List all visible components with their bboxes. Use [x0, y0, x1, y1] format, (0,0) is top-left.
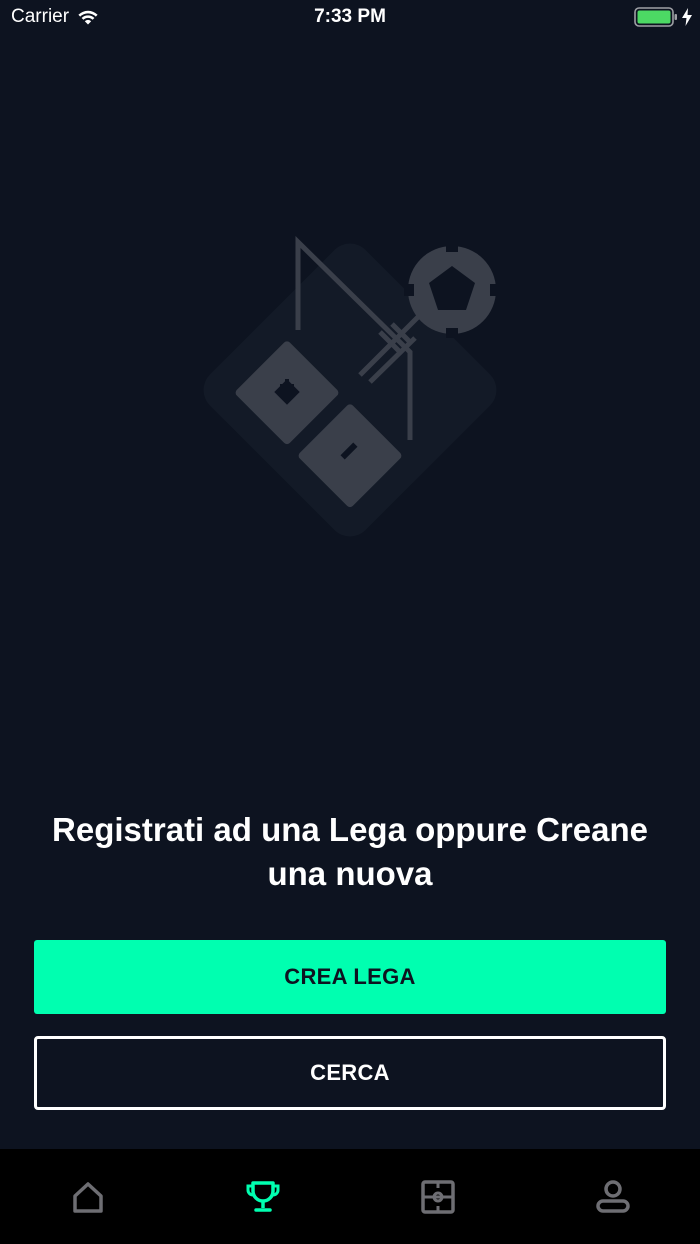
tab-lineup[interactable]: [350, 1149, 525, 1244]
home-icon: [72, 1181, 103, 1213]
trophy-icon: [246, 1180, 279, 1212]
clock: 7:33 PM: [314, 6, 386, 27]
battery-indicator: [634, 7, 692, 27]
tactics-board-icon: [203, 236, 500, 537]
search-league-button[interactable]: CERCA: [34, 1036, 666, 1110]
league-illustration: [180, 220, 520, 560]
battery-icon: [634, 7, 677, 27]
screen: Carrier 7:33 PM Registrati ad una Lega o…: [0, 0, 700, 1244]
profile-icon: [595, 1179, 630, 1213]
tab-leagues[interactable]: [175, 1149, 350, 1244]
create-league-button[interactable]: CREA LEGA: [34, 940, 666, 1014]
charging-bolt-icon: [682, 8, 692, 26]
empty-state-message: Registrati ad una Lega oppure Creane una…: [52, 811, 648, 892]
tab-home[interactable]: [0, 1149, 175, 1244]
status-bar: Carrier 7:33 PM: [0, 0, 700, 36]
tab-bar: [0, 1149, 700, 1244]
tab-profile[interactable]: [525, 1149, 700, 1244]
football-pitch-icon: [420, 1179, 455, 1214]
